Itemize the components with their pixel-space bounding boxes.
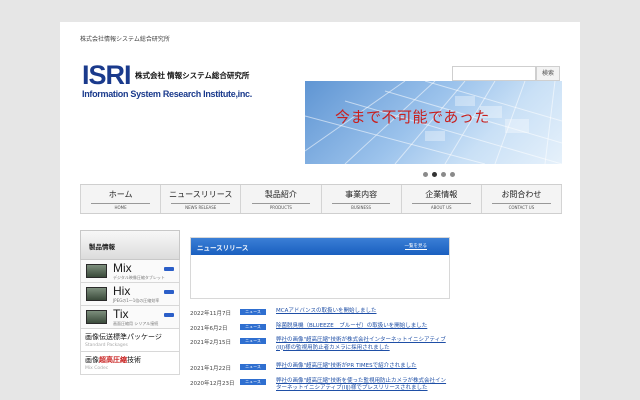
page: 株式会社情報システム総合研究所 ISRI 株式会社 情報システム総合研究所 In… [60, 22, 580, 400]
news-tag: ニュース [240, 309, 266, 315]
nav-sub: NEWS RELEASE [171, 203, 231, 210]
slider-dot[interactable] [441, 172, 446, 177]
nav-sub: HOME [91, 203, 150, 210]
news-header: ニュースリリース 一覧を見る [191, 238, 449, 255]
product-item-hix[interactable]: Hix JPEGの1～1倍の圧縮効率 [80, 283, 180, 306]
nav-news-release[interactable]: ニュースリリース NEWS RELEASE [161, 185, 242, 213]
news-list: 2022年11月7日 ニュース MCAアドバンスの取扱いを開始しました 2021… [190, 307, 452, 396]
news-date: 2021年6月2日 [190, 325, 228, 332]
product-item-tix[interactable]: Tix 画面圧縮用 シリアル接続 [80, 306, 180, 329]
arrow-icon [164, 290, 174, 294]
news-title: ニュースリリース [197, 244, 249, 252]
news-tag: ニュース [240, 378, 266, 385]
product-thumbnail [86, 264, 107, 278]
sidebar-link-sub: Mix Codec [85, 366, 109, 371]
product-thumbnail [86, 287, 107, 301]
nav-contact-us[interactable]: お問合わせ CONTACT US [482, 185, 563, 213]
hero-slider[interactable]: 今まで不可能であった [305, 81, 562, 164]
news-link[interactable]: 弊社の画像"超高圧縮"技術が株式会社インターネットイニシアティブ(IIJ)様の監… [276, 337, 450, 352]
arrow-icon [164, 313, 174, 317]
nav-label: 製品紹介 [264, 190, 297, 199]
product-item-mix[interactable]: Mix デジタル映像圧縮タブレット [80, 260, 180, 283]
main-nav: ホーム HOME ニュースリリース NEWS RELEASE 製品紹介 PROD… [80, 184, 563, 214]
nav-label: 事業内容 [345, 190, 378, 199]
title-highlight: 超高圧縮 [99, 356, 127, 364]
nav-label: ホーム [108, 190, 133, 199]
sidebar: 製品情報 Mix デジタル映像圧縮タブレット Hix JPEGの1～1倍の圧縮効… [80, 230, 180, 400]
news-item: 2020年12月23日 ニュース 弊社の画像"超高圧縮"技術を使った監視用防止カ… [190, 377, 452, 396]
news-tag: ニュース [240, 323, 266, 330]
nav-sub: CONTACT US [492, 203, 551, 210]
sidebar-link-title: 画像超高圧縮技術 [85, 355, 179, 365]
nav-home[interactable]: ホーム HOME [80, 185, 162, 213]
news-tag: ニュース [240, 364, 266, 370]
news-more-link[interactable]: 一覧を見る [404, 243, 427, 250]
nav-sub: ABOUT US [411, 203, 471, 210]
product-name: Hix [113, 284, 131, 298]
news-link[interactable]: 弊社の画像"超高圧縮"技術を使った監視用防止カメラが株式会社インターネットイニシ… [276, 378, 450, 393]
slider-dots [423, 171, 459, 177]
nav-label: 企業情報 [425, 190, 458, 199]
company-name-small: 株式会社情報システム総合研究所 [80, 36, 170, 43]
nav-about-us[interactable]: 企業情報 ABOUT US [402, 185, 482, 213]
logo-mark: ISRI [82, 60, 132, 90]
nav-business[interactable]: 事業内容 BUSINESS [322, 185, 402, 213]
product-desc: 画面圧縮用 シリアル接続 [113, 321, 159, 326]
sidebar-link-mix-codec[interactable]: 画像超高圧縮技術 Mix Codec [80, 352, 180, 375]
sidebar-link-sub: Standard Packages [85, 343, 128, 348]
product-thumbnail [86, 310, 107, 324]
search-input[interactable] [452, 66, 536, 81]
news-date: 2022年11月7日 [190, 311, 231, 317]
nav-label: ニュースリリース [169, 190, 233, 199]
logo-jp-name: 株式会社 情報システム総合研究所 [135, 71, 250, 80]
nav-sub: BUSINESS [331, 203, 391, 210]
news-link[interactable]: 除菌脱臭機（BLUEEZE ブルーゼ）の取扱いを開始しました [276, 323, 450, 331]
nav-sub: PRODUCTS [251, 203, 311, 210]
news-panel: ニュースリリース 一覧を見る [190, 237, 450, 299]
news-item: 2021年2月15日 ニュース 弊社の画像"超高圧縮"技術が株式会社インターネッ… [190, 336, 452, 362]
news-item: 2021年1月22日 ニュース 弊社の画像"超高圧縮"技術がPR TIMESで紹… [190, 362, 452, 377]
search-button[interactable]: 検索 [536, 66, 560, 81]
product-desc: デジタル映像圧縮タブレット [113, 275, 165, 280]
sidebar-link-standard-packages[interactable]: 画像伝送標準パッケージ Standard Packages [80, 329, 180, 352]
product-desc: JPEGの1～1倍の圧縮効率 [113, 298, 160, 303]
slider-dot[interactable] [450, 172, 455, 177]
site-logo[interactable]: ISRI 株式会社 情報システム総合研究所 Information System… [82, 62, 282, 102]
product-name: Tix [113, 307, 129, 321]
news-date: 2021年2月15日 [190, 340, 231, 346]
news-date: 2021年1月22日 [190, 366, 231, 372]
arrow-icon [164, 267, 174, 271]
slider-dot[interactable] [423, 172, 428, 177]
product-name: Mix [113, 261, 132, 275]
title-end: 技術 [127, 356, 141, 364]
news-link[interactable]: 弊社の画像"超高圧縮"技術がPR TIMESで紹介されました [276, 363, 450, 371]
sidebar-link-title: 画像伝送標準パッケージ [85, 333, 162, 341]
nav-products[interactable]: 製品紹介 PRODUCTS [241, 185, 322, 213]
sidebar-title: 製品情報 [80, 230, 180, 260]
slider-dot-active[interactable] [432, 172, 437, 177]
news-tag: ニュース [240, 338, 266, 344]
news-date: 2020年12月23日 [190, 380, 235, 387]
title-plain: 画像 [85, 356, 99, 364]
news-item: 2022年11月7日 ニュース MCAアドバンスの取扱いを開始しました [190, 307, 452, 322]
news-item: 2021年6月2日 ニュース 除菌脱臭機（BLUEEZE ブルーゼ）の取扱いを開… [190, 322, 452, 337]
hero-tagline: 今まで不可能であった [335, 108, 490, 126]
logo-en-name: Information System Research Institute,in… [82, 89, 252, 99]
nav-label: お問合わせ [501, 190, 542, 199]
news-link[interactable]: MCAアドバンスの取扱いを開始しました [276, 308, 450, 316]
